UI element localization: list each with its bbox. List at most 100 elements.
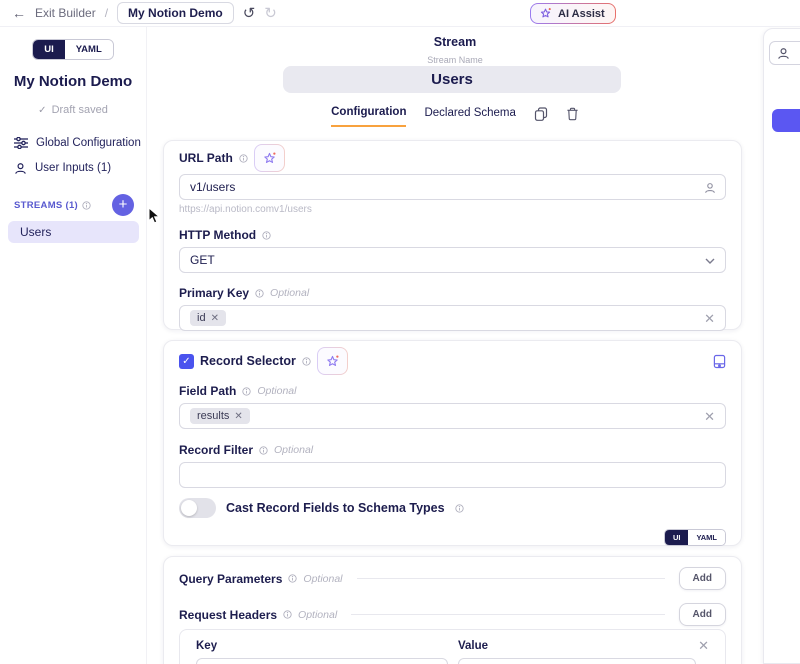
- builder-sidebar: UI YAML My Notion Demo ✓ Draft saved Glo…: [0, 27, 147, 664]
- url-preview-text: https://api.notion.comv1/users: [179, 204, 726, 215]
- user-icon: [14, 162, 27, 175]
- record-filter-label: Record Filter: [179, 443, 253, 457]
- optional-label: Optional: [298, 609, 337, 621]
- test-stream-button[interactable]: [772, 109, 800, 132]
- key-label: Key: [196, 640, 458, 652]
- tab-declared-schema[interactable]: Declared Schema: [424, 107, 515, 126]
- sidebar-item-label: User Inputs (1): [35, 162, 111, 174]
- request-headers-label: Request Headers: [179, 608, 277, 622]
- ai-suggest-button[interactable]: [317, 347, 348, 375]
- optional-label: Optional: [274, 444, 313, 456]
- field-path-tag: results ✕: [190, 408, 250, 424]
- add-stream-button[interactable]: +: [112, 194, 134, 216]
- header-value-input[interactable]: 2022-06-28: [458, 658, 696, 664]
- add-request-header-button[interactable]: Add: [679, 603, 726, 626]
- optional-label: Optional: [303, 573, 342, 585]
- info-icon: [259, 446, 268, 455]
- request-header-row: Key Value ✕ Notion-Version 2022-06-28: [179, 629, 726, 664]
- user-icon[interactable]: [704, 182, 716, 194]
- exit-builder-link[interactable]: Exit Builder: [35, 6, 96, 20]
- toggle-yaml-option[interactable]: YAML: [65, 40, 113, 59]
- info-icon: [288, 574, 297, 583]
- record-selector-card: ✓ Record Selector Field Path Optional re…: [163, 340, 742, 546]
- toggle-ui-option[interactable]: UI: [665, 530, 689, 545]
- chevron-down-icon: [705, 258, 715, 264]
- url-path-input[interactable]: v1/users: [179, 174, 726, 200]
- url-path-label: URL Path: [179, 151, 233, 165]
- record-filter-input[interactable]: [179, 462, 726, 488]
- back-icon[interactable]: ←: [12, 6, 26, 20]
- copy-icon[interactable]: [534, 107, 548, 121]
- toggle-yaml-option[interactable]: YAML: [688, 530, 725, 545]
- testing-panel: [763, 28, 800, 664]
- http-method-label: HTTP Method: [179, 228, 256, 242]
- add-query-parameter-button[interactable]: Add: [679, 567, 726, 590]
- info-icon: [239, 154, 248, 163]
- info-icon: [255, 289, 264, 298]
- ai-assist-label: AI Assist: [558, 8, 605, 20]
- connector-builder-app: ← Exit Builder / My Notion Demo ↺ ↻ AI A…: [0, 0, 800, 664]
- optional-label: Optional: [270, 287, 309, 299]
- connector-title: My Notion Demo: [0, 73, 146, 90]
- info-icon: [82, 201, 91, 210]
- http-method-select[interactable]: GET: [179, 247, 726, 273]
- value-label: Value: [458, 640, 696, 652]
- remove-row-icon[interactable]: ✕: [698, 638, 709, 654]
- trash-icon[interactable]: [566, 107, 579, 121]
- testing-values-button[interactable]: [769, 41, 800, 65]
- primary-key-input[interactable]: id ✕ ✕: [179, 305, 726, 331]
- query-parameters-label: Query Parameters: [179, 572, 282, 586]
- request-options-card: Query Parameters Optional Add Request He…: [163, 556, 742, 664]
- divider: [351, 614, 664, 615]
- remove-tag-icon[interactable]: ✕: [211, 313, 219, 324]
- sidebar-item-global-configuration[interactable]: Global Configuration: [14, 134, 146, 152]
- redo-icon[interactable]: ↻: [264, 6, 277, 21]
- clear-icon[interactable]: ✕: [704, 409, 715, 425]
- check-icon: ✓: [38, 105, 46, 116]
- clear-icon[interactable]: ✕: [704, 311, 715, 327]
- info-icon: [302, 357, 311, 366]
- docs-icon[interactable]: [713, 354, 726, 369]
- ui-yaml-toggle[interactable]: UI YAML: [32, 39, 114, 60]
- primary-key-tag: id ✕: [190, 310, 226, 326]
- primary-key-label: Primary Key: [179, 286, 249, 300]
- field-path-label: Field Path: [179, 384, 236, 398]
- divider: [357, 578, 665, 579]
- mouse-cursor-icon: [148, 207, 160, 224]
- sidebar-item-label: Global Configuration: [36, 137, 141, 149]
- info-icon: [262, 231, 271, 240]
- ai-assist-button[interactable]: AI Assist: [530, 3, 616, 24]
- stream-name-label: Stream Name: [147, 55, 763, 65]
- stream-config-panel: Stream Stream Name Users Configuration D…: [147, 27, 763, 664]
- top-bar: ← Exit Builder / My Notion Demo ↺ ↻ AI A…: [0, 0, 800, 27]
- sidebar-stream-users[interactable]: Users: [8, 221, 139, 243]
- sparkle-icon: [539, 7, 552, 20]
- streams-header: STREAMS (1) +: [0, 194, 146, 216]
- requester-card: URL Path v1/users https://api.notion.com…: [163, 140, 742, 330]
- streams-label: STREAMS (1): [14, 200, 78, 211]
- cast-fields-label: Cast Record Fields to Schema Types: [226, 501, 445, 515]
- field-path-input[interactable]: results ✕ ✕: [179, 403, 726, 429]
- cast-fields-toggle[interactable]: [179, 498, 216, 518]
- tab-configuration[interactable]: Configuration: [331, 106, 406, 127]
- breadcrumb-separator: /: [105, 6, 108, 20]
- info-icon: [455, 504, 464, 513]
- connector-name-input[interactable]: My Notion Demo: [117, 2, 234, 24]
- toggle-ui-option[interactable]: UI: [33, 40, 65, 59]
- undo-icon[interactable]: ↺: [243, 6, 256, 21]
- optional-label: Optional: [257, 385, 296, 397]
- stream-tabs: Configuration Declared Schema: [147, 104, 763, 128]
- ai-suggest-button[interactable]: [254, 144, 285, 172]
- stream-heading: Stream: [147, 35, 763, 49]
- stream-name-input[interactable]: Users: [283, 66, 621, 93]
- sliders-icon: [14, 137, 28, 149]
- record-selector-checkbox[interactable]: ✓: [179, 354, 194, 369]
- record-selector-ui-yaml-toggle[interactable]: UI YAML: [664, 529, 726, 546]
- header-key-input[interactable]: Notion-Version: [196, 658, 448, 664]
- info-icon: [242, 387, 251, 396]
- record-selector-title: Record Selector: [200, 354, 296, 368]
- user-icon: [777, 47, 790, 60]
- remove-tag-icon[interactable]: ✕: [234, 411, 242, 422]
- sidebar-item-user-inputs[interactable]: User Inputs (1): [14, 159, 146, 177]
- sidebar-nav: Global Configuration User Inputs (1): [0, 134, 146, 177]
